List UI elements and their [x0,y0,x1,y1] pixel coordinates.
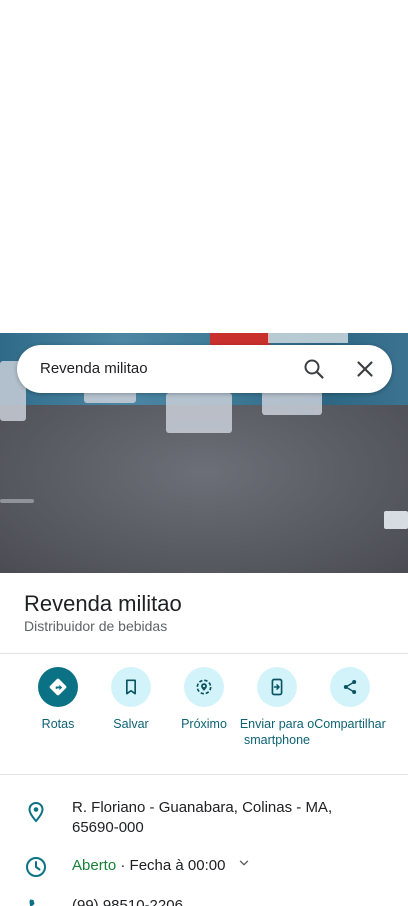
save-button[interactable]: Salvar [91,667,171,732]
hours-text: Aberto · Fecha à 00:00 [72,856,382,876]
chevron-down-icon[interactable] [237,856,251,876]
nearby-label: Próximo [181,717,227,731]
address-text: R. Floriano - Guanabara, Colinas - MA, 6… [72,799,333,836]
close-icon[interactable] [353,357,377,381]
directions-icon [38,667,78,707]
divider [0,653,408,654]
hours-detail: · Fecha à 00:00 [116,857,226,874]
bookmark-icon [111,667,151,707]
clock-icon [24,855,48,879]
action-bar: Rotas Salvar Próximo Enviar para o smart… [0,667,408,767]
share-icon [330,667,370,707]
address-row[interactable]: R. Floriano - Guanabara, Colinas - MA, 6… [0,798,408,838]
phone-icon [24,896,48,906]
hours-row[interactable]: Aberto · Fecha à 00:00 [0,855,408,879]
save-label: Salvar [113,717,149,731]
place-category: Distribuidor de bebidas [24,618,168,634]
place-title: Revenda militao [24,591,182,616]
search-bar[interactable]: Revenda militao [17,345,392,393]
map-area-blank [0,0,408,333]
photo-debris [384,511,408,529]
share-label: Compartilhar [314,717,386,731]
directions-button[interactable]: Rotas [18,667,98,732]
send-to-phone-button[interactable]: Enviar para o smartphone [237,667,317,748]
send-to-phone-icon [257,667,297,707]
search-query[interactable]: Revenda militao [40,360,148,377]
phone-row[interactable]: (99) 98510-2206 [0,896,408,906]
nearby-button[interactable]: Próximo [164,667,244,732]
nearby-icon [184,667,224,707]
photo-debris [0,499,34,503]
directions-label: Rotas [41,717,75,731]
photo-banner [268,333,348,343]
divider [0,774,408,775]
phone-text: (99) 98510-2206 [72,897,183,906]
photo-chair [166,393,232,433]
hours-status: Aberto [72,857,117,874]
location-pin-icon [24,800,48,824]
share-button[interactable]: Compartilhar [310,667,390,732]
send-to-phone-label: Enviar para o smartphone [239,717,315,747]
search-icon[interactable] [302,357,326,381]
